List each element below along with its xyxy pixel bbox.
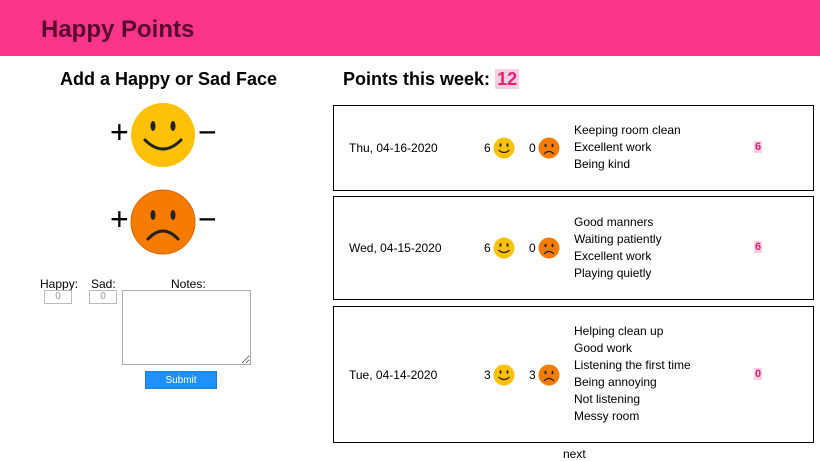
sad-label: Sad: xyxy=(91,277,116,291)
happy-face-icon[interactable] xyxy=(130,102,196,168)
add-happy-button[interactable]: + xyxy=(110,116,129,148)
sad-face-icon[interactable] xyxy=(130,189,196,255)
note-item: Listening the first time xyxy=(574,358,691,372)
happy-count: 3 xyxy=(484,368,491,382)
next-link[interactable]: next xyxy=(563,447,586,461)
happy-face-icon xyxy=(493,137,515,159)
note-item: Helping clean up xyxy=(574,324,664,338)
add-sad-button[interactable]: + xyxy=(110,203,129,235)
happy-face-icon xyxy=(493,237,515,259)
happy-count-input[interactable] xyxy=(44,290,72,304)
note-item: Good manners xyxy=(574,215,654,229)
note-item: Not listening xyxy=(574,392,641,406)
entry-score: 6 xyxy=(754,241,763,253)
happy-label: Happy: xyxy=(40,277,79,291)
points-label: Points this week: xyxy=(343,69,491,89)
note-item: Good work xyxy=(574,341,633,355)
sad-face-icon xyxy=(538,137,560,159)
sad-count: 0 xyxy=(529,141,536,155)
note-item: Playing quietly xyxy=(574,266,652,280)
note-item: Being kind xyxy=(574,157,631,171)
points-value: 12 xyxy=(495,69,520,89)
entry-date: Tue, 04-14-2020 xyxy=(349,368,438,382)
remove-happy-button[interactable]: − xyxy=(198,116,217,148)
points-heading: Points this week: 12 xyxy=(343,69,520,90)
note-item: Messy room xyxy=(574,409,640,423)
entry-notes: Keeping room clean Excellent work Being … xyxy=(574,122,681,173)
entry-score: 0 xyxy=(754,368,763,380)
note-item: Waiting patiently xyxy=(574,232,662,246)
entry-notes: Good manners Waiting patiently Excellent… xyxy=(574,214,662,282)
sad-face-icon xyxy=(538,364,560,386)
happy-count: 6 xyxy=(484,141,491,155)
app-header: Happy Points xyxy=(0,0,820,56)
notes-textarea[interactable] xyxy=(122,290,251,365)
app-title: Happy Points xyxy=(41,16,195,43)
day-entry: Tue, 04-14-2020 3 3 Helping clean up Goo… xyxy=(333,306,814,443)
happy-count: 6 xyxy=(484,241,491,255)
note-item: Excellent work xyxy=(574,249,652,263)
notes-label: Notes: xyxy=(171,277,206,291)
entry-notes: Helping clean up Good work Listening the… xyxy=(574,323,691,425)
sad-face-icon xyxy=(538,237,560,259)
note-item: Being annoying xyxy=(574,375,657,389)
note-item: Excellent work xyxy=(574,140,652,154)
day-entry: Wed, 04-15-2020 6 0 Good manners Waiting… xyxy=(333,196,814,300)
sad-count-input[interactable] xyxy=(89,290,117,304)
entry-score: 6 xyxy=(754,141,763,153)
note-item: Keeping room clean xyxy=(574,123,681,137)
submit-button[interactable]: Submit xyxy=(145,371,217,389)
sad-count: 0 xyxy=(529,241,536,255)
entry-date: Wed, 04-15-2020 xyxy=(349,241,442,255)
happy-face-row: + − xyxy=(110,102,220,172)
remove-sad-button[interactable]: − xyxy=(198,203,217,235)
happy-face-icon xyxy=(493,364,515,386)
sad-face-row: + − xyxy=(110,189,220,259)
add-face-title: Add a Happy or Sad Face xyxy=(60,69,278,89)
sad-count: 3 xyxy=(529,368,536,382)
entry-date: Thu, 04-16-2020 xyxy=(349,141,438,155)
day-entry: Thu, 04-16-2020 6 0 Keeping room clean E… xyxy=(333,105,814,191)
